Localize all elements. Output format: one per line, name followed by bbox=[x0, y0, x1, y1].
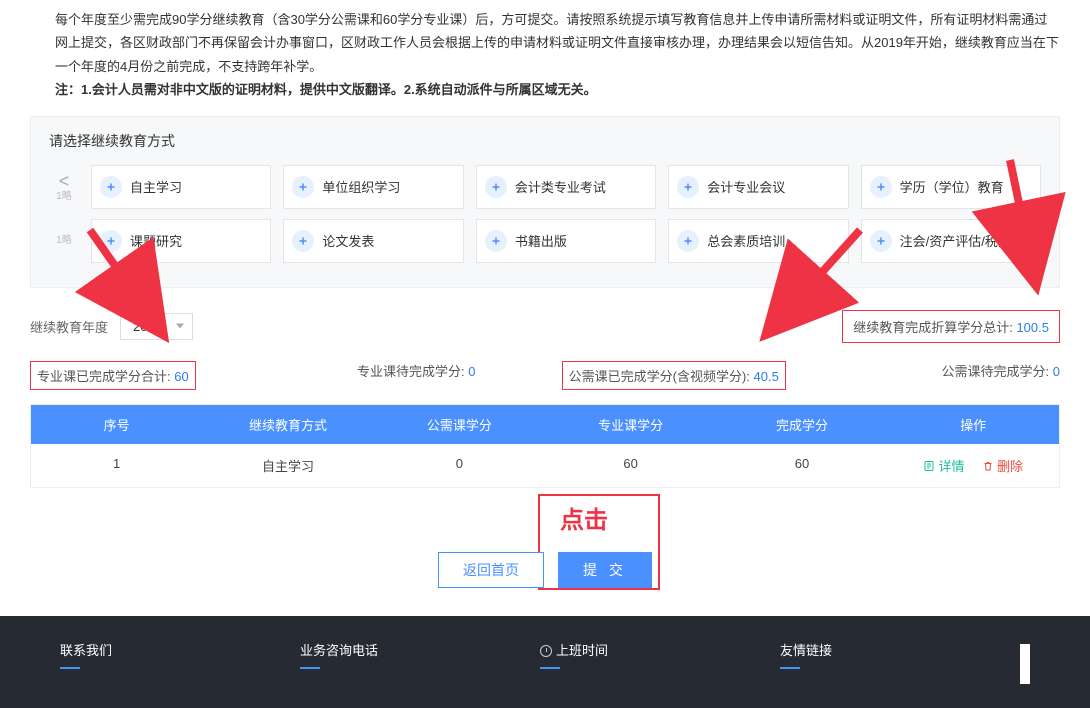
plus-icon bbox=[100, 230, 122, 252]
footer-phone: 业务咨询电话 bbox=[300, 640, 420, 659]
method-degree[interactable]: 学历（学位）教育 bbox=[861, 165, 1041, 209]
th-pub: 公需课学分 bbox=[374, 415, 545, 434]
year-label: 继续教育年度 bbox=[30, 317, 108, 336]
method-book[interactable]: 书籍出版 bbox=[476, 219, 656, 263]
method-exam[interactable]: 会计类专业考试 bbox=[476, 165, 656, 209]
carousel-spacer: 1略 bbox=[49, 219, 79, 263]
th-ops: 操作 bbox=[888, 415, 1059, 434]
table-row: 1 自主学习 0 60 60 详情 删除 bbox=[31, 444, 1059, 487]
panel-title: 请选择继续教育方式 bbox=[49, 131, 1041, 151]
footer: 联系我们 业务咨询电话 上班时间 友情链接 bbox=[0, 616, 1090, 708]
th-pro: 专业课学分 bbox=[545, 415, 716, 434]
back-button[interactable]: 返回首页 bbox=[438, 552, 544, 588]
method-meeting[interactable]: 会计专业会议 bbox=[668, 165, 848, 209]
method-paper[interactable]: 论文发表 bbox=[283, 219, 463, 263]
plus-icon bbox=[870, 230, 892, 252]
stat-pro-todo: 专业课待完成学分: 0 bbox=[288, 361, 546, 390]
method-panel: 请选择继续教育方式 <1略 自主学习 单位组织学习 会计类专业考试 会计专业会议… bbox=[30, 116, 1060, 288]
stat-pro-done: 专业课已完成学分合计: 60 bbox=[30, 361, 196, 390]
method-org-study[interactable]: 单位组织学习 bbox=[283, 165, 463, 209]
total-credits: 继续教育完成折算学分总计: 100.5 bbox=[842, 310, 1060, 343]
delete-link[interactable]: 删除 bbox=[982, 459, 1023, 474]
footer-hours: 上班时间 bbox=[540, 640, 660, 659]
detail-link[interactable]: 详情 bbox=[923, 459, 964, 474]
carousel-prev[interactable]: <1略 bbox=[49, 165, 79, 209]
method-research[interactable]: 课题研究 bbox=[91, 219, 271, 263]
plus-icon bbox=[292, 176, 314, 198]
annotation-text: 点击 bbox=[560, 500, 608, 535]
plus-icon bbox=[677, 230, 699, 252]
clock-icon bbox=[540, 645, 552, 657]
plus-icon bbox=[870, 176, 892, 198]
stat-pub-done: 公需课已完成学分(含视频学分): 40.5 bbox=[562, 361, 786, 390]
intro-text: 每个年度至少需完成90学分继续教育（含30学分公需课和60学分专业课）后，方可提… bbox=[0, 0, 1090, 106]
th-no: 序号 bbox=[31, 415, 202, 434]
records-table: 序号 继续教育方式 公需课学分 专业课学分 完成学分 操作 1 自主学习 0 6… bbox=[30, 404, 1060, 488]
method-cpa[interactable]: 注会/资产评估/税务师 bbox=[861, 219, 1041, 263]
method-self-study[interactable]: 自主学习 bbox=[91, 165, 271, 209]
plus-icon bbox=[485, 230, 507, 252]
plus-icon bbox=[100, 176, 122, 198]
method-training[interactable]: 总会素质培训 bbox=[668, 219, 848, 263]
plus-icon bbox=[292, 230, 314, 252]
th-done: 完成学分 bbox=[716, 415, 887, 434]
plus-icon bbox=[485, 176, 507, 198]
footer-links: 友情链接 bbox=[780, 640, 900, 659]
th-method: 继续教育方式 bbox=[202, 415, 373, 434]
submit-button[interactable]: 提 交 bbox=[558, 552, 652, 588]
plus-icon bbox=[677, 176, 699, 198]
stat-pub-todo: 公需课待完成学分: 0 bbox=[803, 361, 1061, 390]
footer-contact: 联系我们 bbox=[60, 640, 180, 659]
footer-qr bbox=[1020, 644, 1030, 684]
year-select[interactable]: 2022 bbox=[120, 313, 193, 340]
